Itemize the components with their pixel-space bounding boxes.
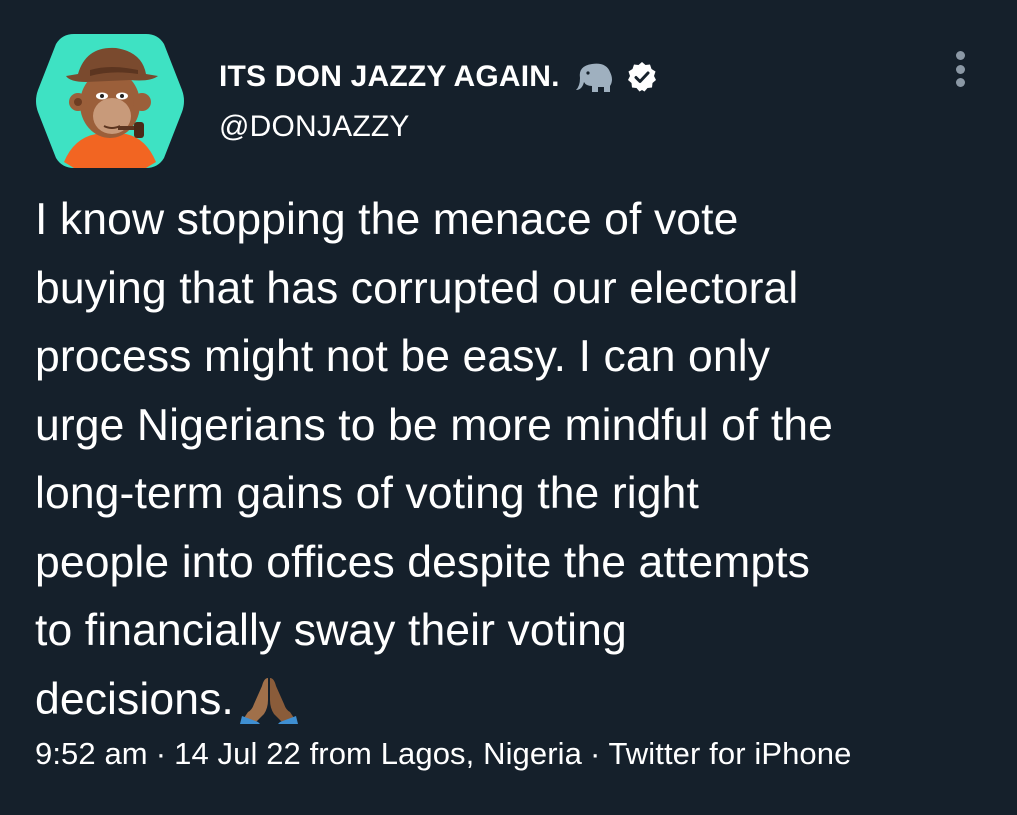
tweet-metadata: 9:52 am · 14 Jul 22 from Lagos, Nigeria · Tw…	[35, 736, 851, 772]
meta-separator: ·	[590, 736, 601, 771]
tweet-line: buying that has corrupted our electoral	[35, 263, 799, 313]
tweet-time[interactable]: 9:52 am	[35, 736, 148, 771]
author-name-row: ITS DON JAZZY AGAIN.	[219, 57, 658, 97]
more-options-button[interactable]	[945, 48, 975, 90]
meta-separator: ·	[155, 736, 167, 771]
mastodon-elephant-icon	[572, 60, 616, 94]
tweet-line: to financially sway their voting	[35, 606, 627, 655]
author-handle[interactable]: @DONJAZZY	[219, 110, 410, 144]
tweet-line: urge Nigerians to be more mindful of the	[35, 400, 834, 450]
tweet-text: I know stopping the menace of vote buyin…	[35, 186, 995, 734]
tweet-date-location[interactable]: 14 Jul 22 from Lagos, Nigeria	[174, 736, 582, 771]
tweet-line: I know stopping the menace of vote	[35, 195, 739, 244]
more-dot-icon	[955, 64, 965, 74]
avatar[interactable]	[34, 30, 186, 172]
tweet-line: decisions.	[35, 674, 234, 724]
tweet-line: process might not be easy. I can only	[35, 332, 771, 381]
display-name[interactable]: ITS DON JAZZY AGAIN.	[219, 60, 560, 94]
tweet-line: long-term gains of voting the right	[35, 469, 699, 518]
tweet-line: people into offices despite the attempts	[35, 537, 811, 587]
more-dot-icon	[955, 51, 965, 60]
bored-ape-avatar-icon	[36, 34, 184, 168]
tweet-card: ITS DON JAZZY AGAIN. @DONJAZZY I know st…	[0, 0, 1017, 815]
more-dot-icon	[955, 78, 965, 87]
tweet-client[interactable]: Twitter for iPhone	[608, 736, 851, 771]
folded-hands-icon	[238, 674, 300, 724]
tweet-line-last: decisions.	[35, 666, 995, 735]
verified-badge-icon	[626, 61, 658, 93]
